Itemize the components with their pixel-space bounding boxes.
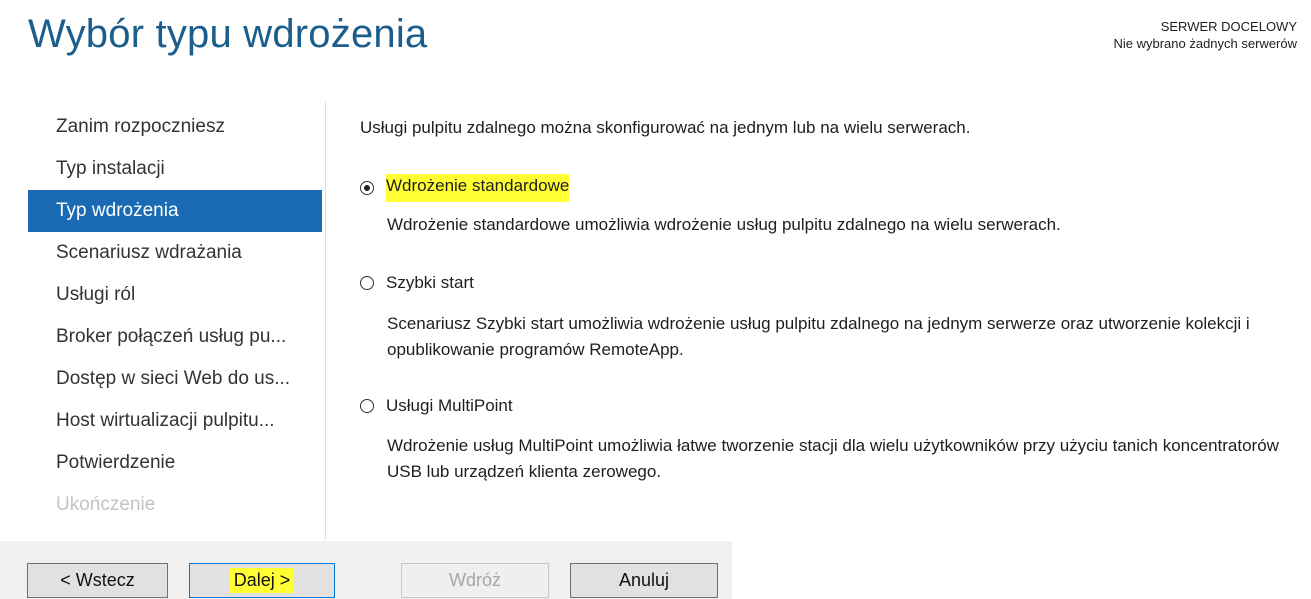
nav-item-web-access[interactable]: Dostęp w sieci Web do us... [28, 358, 322, 400]
option-multipoint-label: Usługi MultiPoint [386, 396, 513, 415]
option-quick-start-description: Scenariusz Szybki start umożliwia wdroże… [387, 314, 1250, 359]
option-multipoint[interactable]: Usługi MultiPoint [360, 396, 513, 416]
nav-item-virtualization-host[interactable]: Host wirtualizacji pulpitu... [28, 400, 322, 442]
nav-item-role-services[interactable]: Usługi ról [28, 274, 322, 316]
option-standard-deployment[interactable]: Wdrożenie standardowe [360, 174, 570, 202]
nav-item-deployment-scenario[interactable]: Scenariusz wdrażania [28, 232, 322, 274]
back-button-label: < Wstecz [60, 570, 135, 590]
radio-quick-start[interactable] [360, 276, 374, 290]
target-server-label: SERWER DOCELOWY [1160, 19, 1297, 34]
next-button[interactable]: Dalej > [189, 563, 335, 598]
option-multipoint-description: Wdrożenie usług MultiPoint umożliwia łat… [387, 436, 1279, 481]
intro-text: Usługi pulpitu zdalnego można skonfiguro… [360, 118, 971, 137]
nav-item-installation-type[interactable]: Typ instalacji [28, 148, 322, 190]
target-server-value: Nie wybrano żadnych serwerów [1113, 36, 1297, 51]
back-button[interactable]: < Wstecz [27, 563, 168, 598]
radio-standard-deployment[interactable] [360, 181, 374, 195]
radio-multipoint[interactable] [360, 399, 374, 413]
nav-item-confirmation[interactable]: Potwierdzenie [28, 442, 322, 484]
wizard-nav: Zanim rozpoczniesz Typ instalacji Typ wd… [28, 106, 322, 526]
nav-item-connection-broker[interactable]: Broker połączeń usług pu... [28, 316, 322, 358]
next-button-label: Dalej > [229, 568, 295, 593]
target-server-info: SERWER DOCELOWY Nie wybrano żadnych serw… [1113, 18, 1297, 52]
nav-divider [325, 102, 326, 539]
option-quick-start-label: Szybki start [386, 273, 474, 292]
page-title: Wybór typu wdrożenia [28, 12, 428, 56]
option-standard-description: Wdrożenie standardowe umożliwia wdrożeni… [387, 215, 1061, 234]
option-quick-start[interactable]: Szybki start [360, 273, 474, 293]
deploy-button: Wdróż [401, 563, 549, 598]
option-standard-label: Wdrożenie standardowe [386, 174, 570, 202]
nav-item-before-you-begin[interactable]: Zanim rozpoczniesz [28, 106, 322, 148]
deploy-button-label: Wdróż [448, 570, 501, 590]
nav-item-completion: Ukończenie [56, 494, 156, 515]
button-bar: < Wstecz Dalej > Wdróż Anuluj [0, 541, 732, 599]
nav-item-deployment-type[interactable]: Typ wdrożenia [28, 190, 322, 232]
cancel-button[interactable]: Anuluj [570, 563, 718, 598]
cancel-button-label: Anuluj [618, 570, 670, 590]
